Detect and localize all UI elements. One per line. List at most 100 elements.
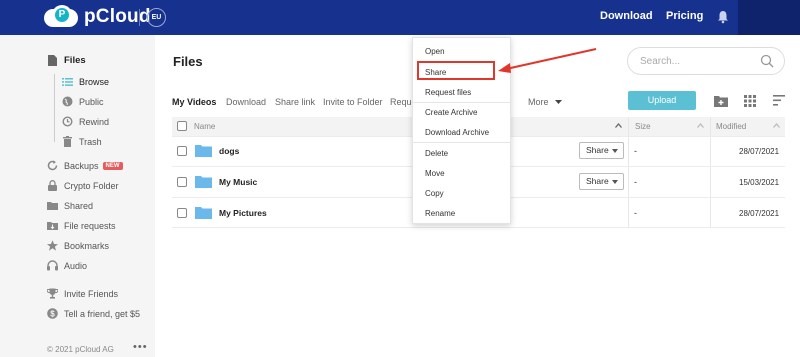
sidebar-item-browse[interactable]: Browse: [62, 76, 109, 87]
new-folder-icon[interactable]: [714, 95, 728, 107]
share-label: Share: [586, 145, 609, 155]
search-placeholder: Search...: [640, 56, 681, 67]
sidebar-item-label: Crypto Folder: [64, 180, 119, 191]
search-icon[interactable]: [760, 54, 774, 68]
sidebar-item-label: Bookmarks: [64, 240, 110, 251]
rewind-icon: [62, 116, 73, 127]
sidebar-item-files[interactable]: Files: [47, 55, 86, 66]
column-divider: [628, 117, 629, 228]
sidebar-item-bookmarks[interactable]: Bookmarks: [47, 240, 109, 251]
toolbar-more[interactable]: More: [528, 97, 563, 107]
folder-icon: [195, 207, 212, 219]
context-menu-move[interactable]: Move: [425, 169, 445, 178]
file-size: -: [634, 146, 637, 156]
select-all-checkbox[interactable]: [177, 121, 187, 131]
sidebar-item-label: File requests: [64, 220, 116, 231]
context-menu-request-files[interactable]: Request files: [425, 88, 471, 97]
context-menu-rename[interactable]: Rename: [425, 209, 455, 218]
chevron-down-icon: [555, 100, 563, 104]
sort-asc-icon[interactable]: [615, 123, 622, 128]
chevron-down-icon: [612, 180, 618, 184]
sidebar-item-label: Shared: [64, 200, 94, 211]
list-icon: [62, 76, 73, 87]
file-size: -: [634, 208, 637, 218]
file-icon: [47, 55, 58, 66]
page-title: Files: [173, 54, 203, 69]
context-menu-create-archive[interactable]: Create Archive: [425, 108, 477, 117]
sidebar-item-label: Trash: [79, 136, 102, 147]
toolbar-invite-to-folder[interactable]: Invite to Folder: [323, 97, 383, 107]
sort-size-icon[interactable]: [697, 123, 704, 128]
headphones-icon: [47, 260, 58, 271]
divider: [139, 9, 140, 26]
star-icon: [47, 240, 58, 251]
share-label: Share: [586, 176, 609, 186]
sidebar-item-shared[interactable]: Shared: [47, 200, 93, 211]
search-input[interactable]: Search...: [627, 47, 785, 75]
pcloud-logo-icon: P: [44, 5, 78, 29]
sidebar-item-label: Public: [79, 96, 104, 107]
toolbar-download[interactable]: Download: [226, 97, 266, 107]
folder-icon: [195, 145, 212, 157]
globe-icon: [62, 96, 73, 107]
sort-modified-icon[interactable]: [773, 123, 780, 128]
file-request-icon: [47, 220, 58, 231]
context-menu-open[interactable]: Open: [425, 47, 445, 56]
svg-text:$: $: [50, 309, 55, 318]
sidebar-item-crypto-folder[interactable]: Crypto Folder: [47, 180, 119, 191]
share-dropdown[interactable]: Share: [579, 173, 624, 190]
file-name[interactable]: dogs: [219, 146, 239, 156]
sidebar-item-tell-a-friend[interactable]: $ Tell a friend, get $5: [47, 308, 140, 319]
menu-divider: [413, 142, 510, 143]
more-options-icon[interactable]: •••: [133, 341, 148, 353]
file-name[interactable]: My Pictures: [219, 208, 267, 218]
trash-icon: [62, 136, 73, 147]
sidebar-item-backups[interactable]: Backups NEW: [47, 160, 123, 171]
row-checkbox[interactable]: [177, 208, 187, 218]
file-name[interactable]: My Music: [219, 177, 257, 187]
sort-icon[interactable]: [773, 95, 785, 106]
column-header-name[interactable]: Name: [194, 122, 215, 131]
row-checkbox[interactable]: [177, 177, 187, 187]
trophy-icon: [47, 288, 58, 299]
column-divider: [710, 117, 711, 228]
upload-button[interactable]: Upload: [628, 91, 696, 110]
shared-folder-icon: [47, 200, 58, 211]
sidebar-item-label: Rewind: [79, 116, 110, 127]
pcloud-logo[interactable]: P pCloud: [44, 5, 151, 29]
context-menu-copy[interactable]: Copy: [425, 189, 444, 198]
bell-icon[interactable]: [717, 10, 729, 24]
sidebar-item-label: Backups: [64, 160, 99, 171]
context-menu-delete[interactable]: Delete: [425, 149, 448, 158]
file-size: -: [634, 177, 637, 187]
nav-pricing-link[interactable]: Pricing: [666, 10, 703, 22]
dollar-icon: $: [47, 308, 58, 319]
eu-region-icon: EU: [147, 8, 166, 27]
share-dropdown[interactable]: Share: [579, 142, 624, 159]
sidebar-item-trash[interactable]: Trash: [62, 136, 102, 147]
nav-download-link[interactable]: Download: [600, 10, 653, 22]
toolbar-share-link[interactable]: Share link: [275, 97, 315, 107]
more-label: More: [528, 97, 549, 107]
context-menu-download-archive[interactable]: Download Archive: [425, 128, 489, 137]
sidebar-item-label: Audio: [64, 260, 88, 271]
backup-icon: [47, 160, 58, 171]
column-header-modified[interactable]: Modified: [716, 122, 746, 131]
sidebar-item-public[interactable]: Public: [62, 96, 104, 107]
sidebar-item-file-requests[interactable]: File requests: [47, 220, 116, 231]
new-badge: NEW: [102, 161, 123, 170]
menu-divider: [413, 102, 510, 103]
share-highlight-box: [417, 61, 495, 80]
breadcrumb-current-folder[interactable]: My Videos: [172, 97, 216, 107]
top-bar-user-area[interactable]: [738, 0, 800, 35]
row-checkbox[interactable]: [177, 146, 187, 156]
sidebar-item-invite-friends[interactable]: Invite Friends: [47, 288, 118, 299]
tree-line: [54, 74, 55, 142]
sidebar-item-audio[interactable]: Audio: [47, 260, 87, 271]
grid-view-icon[interactable]: [744, 95, 756, 107]
column-header-size[interactable]: Size: [635, 122, 651, 131]
folder-icon: [195, 176, 212, 188]
copyright: © 2021 pCloud AG: [47, 345, 114, 354]
sidebar-item-rewind[interactable]: Rewind: [62, 116, 109, 127]
lock-icon: [47, 180, 58, 191]
